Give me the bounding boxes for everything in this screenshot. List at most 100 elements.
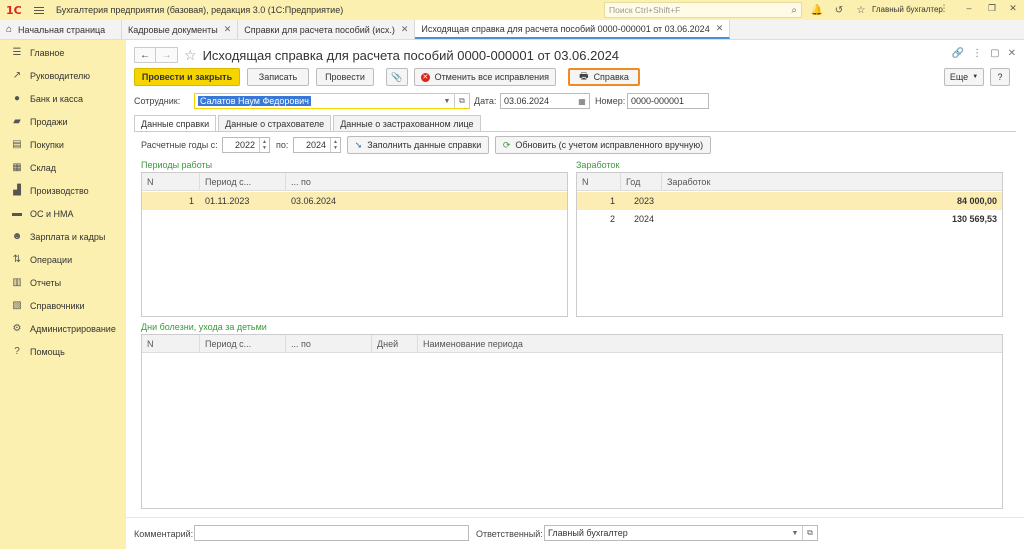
close-tab-icon[interactable]: ✕ <box>401 24 409 35</box>
sidebar-item-main[interactable]: ☰ Главное <box>0 41 126 64</box>
column-header[interactable]: Заработок <box>661 173 1002 191</box>
open-reference-icon[interactable]: ⧉ <box>802 526 817 540</box>
tab-certificates-list[interactable]: Справки для расчета пособий (исх.) ✕ <box>238 20 416 39</box>
column-header[interactable]: ... по <box>285 335 371 353</box>
table-row[interactable]: 1 2023 84 000,00 <box>577 192 1002 210</box>
column-header[interactable]: N <box>577 173 620 191</box>
column-header[interactable]: ... по <box>285 173 567 191</box>
sidebar-item-operations[interactable]: ⇅ Операции <box>0 248 126 271</box>
save-button[interactable]: Записать <box>247 68 309 86</box>
number-value: 0000-000001 <box>631 96 685 106</box>
sidebar-item-salary[interactable]: ☻ Зарплата и кадры <box>0 225 126 248</box>
more-button[interactable]: Еще ▼ <box>944 68 984 86</box>
earnings-table[interactable]: N Год Заработок 1 2023 84 000,00 2 2024 … <box>576 172 1003 317</box>
minimize-icon[interactable]: – <box>962 3 976 13</box>
cell-from: 01.11.2023 <box>205 196 250 206</box>
cancel-all-fixes-button[interactable]: ✕ Отменить все исправления <box>414 68 556 86</box>
sidebar-item-catalogs[interactable]: ▧ Справочники <box>0 294 126 317</box>
maximize-form-icon[interactable]: ▢ <box>990 48 999 59</box>
sidebar-item-sales[interactable]: ▰ Продажи <box>0 110 126 133</box>
calendar-icon[interactable]: ▦ <box>575 94 589 108</box>
close-window-icon[interactable]: ✕ <box>1006 3 1020 14</box>
column-header[interactable]: N <box>142 335 199 353</box>
back-button[interactable]: ← <box>134 47 156 63</box>
fill-certificate-data-button[interactable]: ➘ Заполнить данные справки <box>347 136 489 154</box>
close-tab-icon[interactable]: ✕ <box>716 23 724 34</box>
year-to-spinner-icon[interactable]: ▲ ▼ <box>330 138 340 152</box>
table-row[interactable]: 1 01.11.2023 03.06.2024 <box>142 192 567 210</box>
work-periods-table[interactable]: N Период с... ... по 1 01.11.2023 03.06.… <box>141 172 568 317</box>
global-search-input[interactable]: Поиск Ctrl+Shift+F ⌕ <box>604 2 802 18</box>
responsible-field[interactable]: Главный бухгалтер ▼ ⧉ <box>544 525 818 541</box>
title-bar: 1С Бухгалтерия предприятия (базовая), ре… <box>0 0 1024 20</box>
trend-icon: ↗ <box>12 70 22 81</box>
post-button[interactable]: Провести <box>316 68 374 86</box>
number-field[interactable]: 0000-000001 <box>627 93 709 109</box>
sidebar-item-assets[interactable]: ▬ ОС и НМА <box>0 202 126 225</box>
sidebar-item-production[interactable]: ▟ Производство <box>0 179 126 202</box>
list-icon: ☰ <box>12 47 22 58</box>
factory-icon: ▟ <box>13 185 21 196</box>
table-header: N Период с... ... по <box>142 173 567 191</box>
forward-button[interactable]: → <box>156 47 178 63</box>
more-vertical-icon[interactable]: ⋮ <box>972 48 982 59</box>
tab-insurer-data[interactable]: Данные о страхователе <box>218 115 332 132</box>
printer-icon: 🖶 <box>579 70 589 82</box>
bell-icon[interactable]: 🔔 <box>806 5 828 16</box>
column-header[interactable]: Период с... <box>199 335 285 353</box>
comment-field[interactable] <box>194 525 469 541</box>
open-tabs-bar: ⌂ Начальная страница Кадровые документы … <box>0 20 1024 40</box>
year-to-field[interactable]: 2024 ▲ ▼ <box>293 137 341 153</box>
search-icon[interactable]: ⌕ <box>791 5 797 16</box>
chevron-down-icon[interactable]: ▼ <box>789 526 801 540</box>
open-reference-icon[interactable]: ⧉ <box>454 94 469 108</box>
table-row[interactable]: 2 2024 130 569,53 <box>577 210 1002 228</box>
attach-button[interactable]: 📎 <box>386 68 408 86</box>
help-button[interactable]: ? <box>990 68 1010 86</box>
link-icon[interactable]: 🔗 <box>952 48 964 59</box>
date-field[interactable]: 03.06.2024 ▦ <box>500 93 590 109</box>
tab-insured-person-data[interactable]: Данные о застрахованном лице <box>333 115 481 132</box>
sidebar-item-bank[interactable]: ● Банк и касса <box>0 87 126 110</box>
sidebar-item-manager[interactable]: ↗ Руководителю <box>0 64 126 87</box>
earnings-title: Заработок <box>576 160 620 170</box>
tab-hr-documents[interactable]: Кадровые документы ✕ <box>122 20 239 39</box>
column-header[interactable]: N <box>142 173 199 191</box>
sidebar-item-label: Банк и касса <box>30 93 83 104</box>
refresh-data-button[interactable]: ⟳ Обновить (с учетом исправленного вручн… <box>495 136 711 154</box>
close-tab-icon[interactable]: ✕ <box>224 24 232 35</box>
column-header[interactable]: Наименование периода <box>417 335 1002 353</box>
employee-field[interactable]: Салатов Наум Федорович ▼ ⧉ <box>194 93 470 109</box>
post-and-close-button[interactable]: Провести и закрыть <box>134 68 240 86</box>
sidebar-item-reports[interactable]: ▥ Отчеты <box>0 271 126 294</box>
year-from-field[interactable]: 2022 ▲ ▼ <box>222 137 270 153</box>
sidebar-item-label: Покупки <box>30 139 64 150</box>
tabs-divider <box>134 131 1016 132</box>
sidebar-item-warehouse[interactable]: ▦ Склад <box>0 156 126 179</box>
print-certificate-button[interactable]: 🖶 Справка <box>568 68 640 86</box>
tab-certificate-data[interactable]: Данные справки <box>134 115 217 132</box>
sidebar-item-purchases[interactable]: ▤ Покупки <box>0 133 126 156</box>
sidebar-item-help[interactable]: ? Помощь <box>0 340 126 363</box>
current-user[interactable]: Главный бухгалтер <box>872 5 943 14</box>
sidebar-item-admin[interactable]: ⚙ Администрирование <box>0 317 126 340</box>
maximize-icon[interactable]: ❐ <box>985 3 999 14</box>
history-icon[interactable]: ↺ <box>828 5 850 16</box>
tab-home[interactable]: ⌂ Начальная страница <box>0 20 122 39</box>
sick-days-table[interactable]: N Период с... ... по Дней Наименование п… <box>141 334 1003 509</box>
column-header[interactable]: Период с... <box>199 173 285 191</box>
cell-amount: 84 000,00 <box>956 196 997 206</box>
year-from-spinner-icon[interactable]: ▲ ▼ <box>259 138 269 152</box>
chevron-down-icon[interactable]: ▼ <box>441 94 453 108</box>
close-form-icon[interactable]: ✕ <box>1008 48 1016 59</box>
app-menu-icon[interactable]: ⋮ <box>937 3 951 14</box>
column-header[interactable]: Год <box>620 173 661 191</box>
main-menu-icon[interactable] <box>34 6 44 14</box>
tab-current-document[interactable]: Исходящая справка для расчета пособий 00… <box>415 20 731 39</box>
cell-n: 2 <box>609 214 615 224</box>
column-header[interactable]: Дней <box>371 335 417 353</box>
cancel-icon: ✕ <box>421 72 430 82</box>
truck-icon: ▬ <box>12 208 22 219</box>
favorite-star-icon[interactable]: ☆ <box>184 47 197 64</box>
favorites-star-icon[interactable]: ☆ <box>850 5 872 16</box>
